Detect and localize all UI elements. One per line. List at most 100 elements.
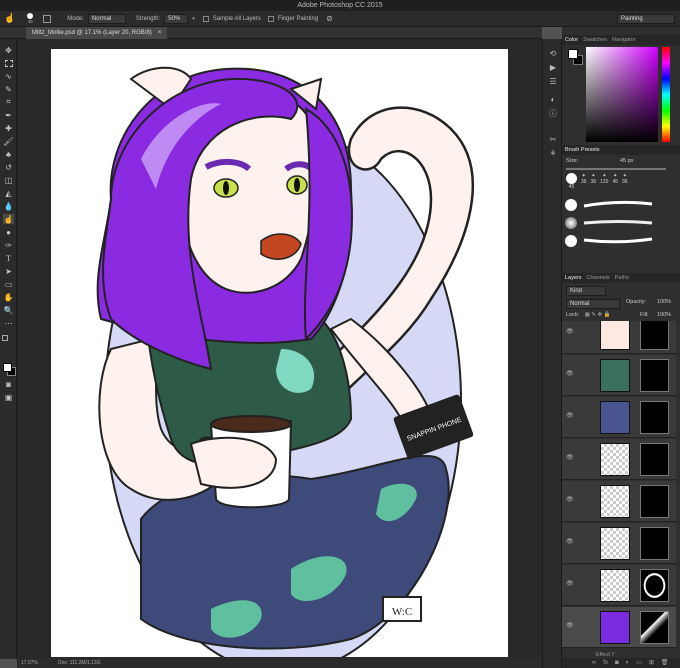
trash-icon[interactable]: 🗑 [661, 658, 669, 668]
brush-presets-title[interactable]: Brush Presets [565, 145, 600, 155]
healing-brush-tool-icon[interactable]: ✚ [3, 123, 14, 133]
sample-all-layers-checkbox[interactable] [202, 15, 209, 22]
brush-size-value[interactable]: 45 px [620, 158, 633, 164]
dodge-tool-icon[interactable]: ● [3, 227, 14, 237]
layer-row[interactable]: 👁 [562, 321, 676, 354]
strength-field[interactable]: 50% [164, 13, 189, 24]
pen-tool-icon[interactable]: ✑ [3, 240, 14, 250]
quick-select-tool-icon[interactable]: ✎ [3, 84, 14, 94]
brush-panel-icon[interactable]: ✂ [548, 135, 558, 145]
crop-tool-icon[interactable]: ⌗ [3, 97, 14, 107]
tab-channels[interactable]: Channels [587, 273, 610, 283]
zoom-readout[interactable]: 17.07% [21, 658, 38, 668]
new-layer-icon[interactable]: ⊞ [649, 658, 654, 668]
layer-row[interactable]: 👁 [562, 355, 676, 396]
clone-stamp-tool-icon[interactable]: ♣ [3, 149, 14, 159]
brush-tip-1[interactable]: ✦ 36 [581, 173, 587, 195]
brush-tip-2[interactable]: ✦ 36 [591, 173, 597, 195]
layer-thumbnail [600, 443, 630, 476]
visibility-eye-icon[interactable]: 👁 [566, 371, 574, 377]
layer-row[interactable]: 👁 [562, 523, 676, 564]
new-group-icon[interactable]: ▭ [636, 658, 642, 668]
foreground-color-chip[interactable] [568, 49, 578, 59]
tab-paths[interactable]: Paths [615, 273, 629, 283]
add-mask-icon[interactable]: ◙ [615, 658, 619, 668]
brush-preset-picker[interactable]: 45 [27, 13, 34, 24]
tab-color[interactable]: Color [565, 35, 578, 45]
visibility-eye-icon[interactable]: 👁 [566, 623, 574, 629]
hue-slider[interactable] [662, 47, 670, 142]
properties-panel-icon[interactable]: ☰ [548, 77, 558, 87]
layer-row[interactable]: 👁 [562, 397, 676, 438]
opacity-value[interactable]: 100% [657, 299, 671, 305]
opacity-label: Opacity: [626, 299, 647, 305]
document-tab[interactable]: Mittz_Mollie.psd @ 17.1% (Layer 20, RGB/… [26, 27, 168, 39]
visibility-eye-icon[interactable]: 👁 [566, 329, 574, 335]
smudge-tool-icon-side[interactable]: ☝ [3, 214, 14, 224]
layer-mask-thumbnail [640, 321, 669, 350]
link-layers-icon[interactable]: ∞ [592, 658, 596, 668]
fill-value[interactable]: 100% [657, 312, 671, 318]
zoom-tool-icon[interactable]: 🔍 [3, 305, 14, 315]
history-panel-icon[interactable]: ⟲ [548, 49, 558, 59]
layer-kind-filter[interactable]: Kind [566, 286, 606, 296]
eraser-tool-icon[interactable]: ◫ [3, 175, 14, 185]
marquee-tool-icon[interactable] [3, 58, 14, 68]
move-tool-icon[interactable]: ✥ [3, 45, 14, 55]
brush-panel-toggle-icon[interactable] [43, 14, 52, 23]
default-colors-icon[interactable] [2, 335, 8, 341]
eyedropper-tool-icon[interactable]: ✒ [3, 110, 14, 120]
brush-size-slider[interactable] [566, 168, 666, 170]
blend-mode-dropdown[interactable]: Normal [566, 299, 620, 309]
brush-preset-list[interactable] [562, 197, 662, 257]
strength-dropdown-icon[interactable]: ▾ [192, 16, 195, 22]
brush-tip-5[interactable]: ✦ 36 [622, 173, 628, 195]
lasso-tool-icon[interactable]: ∿ [3, 71, 14, 81]
blur-tool-icon[interactable]: 💧 [3, 201, 14, 211]
info-panel-icon[interactable]: ⓘ [548, 109, 558, 119]
workspace-dropdown[interactable]: Painting [617, 14, 675, 24]
visibility-eye-icon[interactable]: 👁 [566, 455, 574, 461]
history-brush-tool-icon[interactable]: ↺ [3, 162, 14, 172]
mode-dropdown[interactable]: Normal [87, 13, 126, 24]
paint-bucket-tool-icon[interactable]: ◭ [3, 188, 14, 198]
layer-row[interactable]: 👁 [562, 439, 676, 480]
more-tools-icon[interactable]: ⋯ [3, 318, 14, 328]
shape-tool-icon[interactable]: ▭ [3, 279, 14, 289]
layer-row[interactable]: 👁 [562, 481, 676, 522]
hand-tool-icon[interactable]: ✋ [3, 292, 14, 302]
type-tool-icon[interactable]: T [3, 253, 14, 263]
quick-mask-icon[interactable]: ◙ [3, 379, 14, 389]
lock-icons[interactable]: ▦ ✎ ✥ 🔒 [585, 312, 611, 318]
path-select-tool-icon[interactable]: ➤ [3, 266, 14, 276]
layer-row-selected[interactable]: 👁 [562, 607, 676, 648]
layer-row[interactable]: 👁 [562, 565, 676, 606]
document-canvas[interactable]: SNAPPIN PHONE W:C [51, 49, 508, 668]
foreground-color-swatch[interactable] [3, 363, 12, 372]
adjustment-layer-icon[interactable]: ◐ [626, 658, 630, 668]
visibility-eye-icon[interactable]: 👁 [566, 413, 574, 419]
clone-source-icon[interactable]: ⚘ [548, 149, 558, 159]
screen-mode-icon[interactable]: ▣ [3, 392, 14, 402]
visibility-eye-icon[interactable]: 👁 [566, 581, 574, 587]
adjustments-panel-icon[interactable]: ◐ [548, 95, 558, 105]
fx-icon[interactable]: fx [603, 658, 608, 668]
smudge-tool-icon[interactable]: ☝ [4, 13, 15, 24]
brush-tip-4[interactable]: ✦ 45 [612, 173, 618, 195]
actions-panel-icon[interactable]: ▶ [548, 63, 558, 73]
layer-mask-thumbnail [640, 569, 669, 602]
visibility-eye-icon[interactable]: 👁 [566, 539, 574, 545]
pressure-icon[interactable]: ⊘ [326, 14, 333, 23]
mode-label: Mode: [67, 15, 84, 22]
brush-tip-0[interactable]: 45 [566, 173, 577, 195]
brush-tool-icon[interactable]: 🖌 [3, 136, 14, 146]
layer-filter-row: Kind [562, 286, 680, 296]
tab-swatches[interactable]: Swatches [583, 35, 607, 45]
visibility-eye-icon[interactable]: 👁 [566, 497, 574, 503]
finger-painting-checkbox[interactable] [267, 15, 274, 22]
color-field[interactable] [586, 47, 658, 142]
tab-navigator[interactable]: Navigator [612, 35, 636, 45]
close-tab-icon[interactable]: × [158, 27, 162, 39]
brush-tip-3[interactable]: ✦ 120 [600, 173, 608, 195]
tab-layers[interactable]: Layers [565, 273, 582, 283]
